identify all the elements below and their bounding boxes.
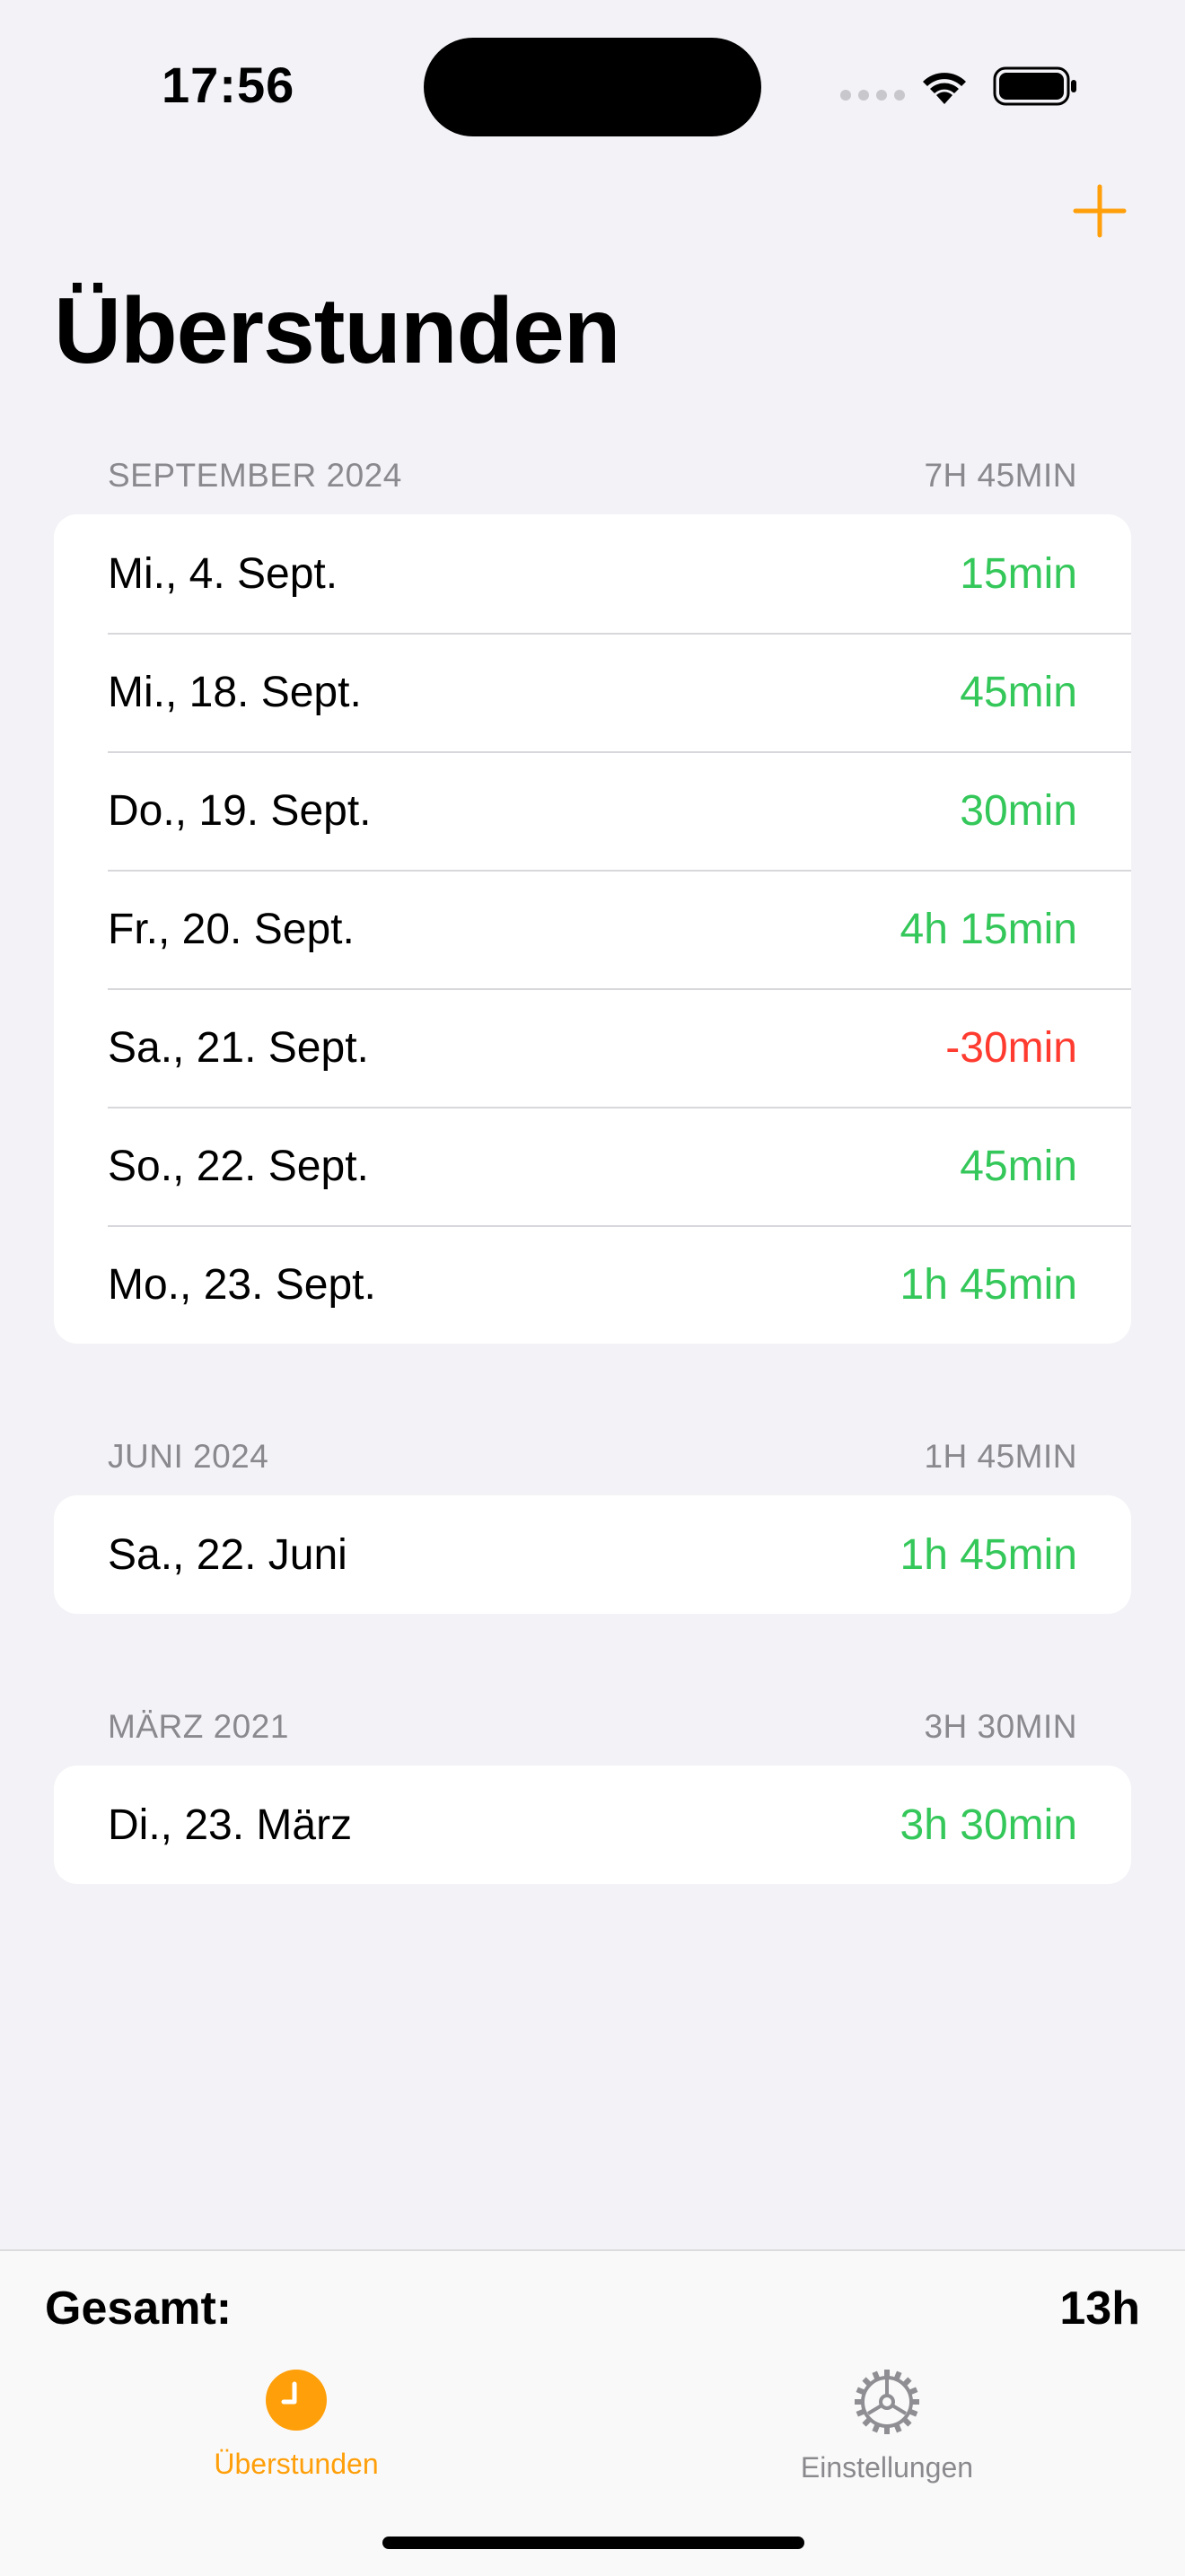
- list-item[interactable]: Do., 19. Sept. 30min: [54, 751, 1131, 870]
- section-total: 7H 45MIN: [924, 457, 1077, 494]
- entry-date: Fr., 20. Sept.: [108, 905, 355, 953]
- entry-date: Di., 23. März: [108, 1801, 353, 1849]
- section-header-september-2024: SEPTEMBER 2024 7H 45MIN: [108, 453, 1077, 498]
- entry-value: -30min: [945, 1023, 1077, 1072]
- total-value: 13h: [1059, 2282, 1140, 2335]
- entry-value: 45min: [960, 1142, 1077, 1190]
- list-item[interactable]: So., 22. Sept. 45min: [54, 1107, 1131, 1225]
- entry-value: 3h 30min: [900, 1801, 1077, 1849]
- clock-icon: [266, 2370, 327, 2431]
- entry-date: Mi., 18. Sept.: [108, 668, 362, 716]
- section-header-maerz-2021: MÄRZ 2021 3H 30MIN: [108, 1704, 1077, 1749]
- entry-date: So., 22. Sept.: [108, 1142, 369, 1190]
- wifi-icon: [923, 73, 966, 104]
- list-item[interactable]: Fr., 20. Sept. 4h 15min: [54, 870, 1131, 988]
- entry-value: 15min: [960, 549, 1077, 598]
- tab-label: Überstunden: [214, 2448, 379, 2480]
- gear-icon: [855, 2370, 919, 2434]
- entry-value: 30min: [960, 786, 1077, 835]
- total-label: Gesamt:: [45, 2282, 233, 2335]
- section-card-maerz-2021: Di., 23. März 3h 30min: [54, 1766, 1131, 1884]
- list-item[interactable]: Sa., 22. Juni 1h 45min: [54, 1495, 1131, 1614]
- list-item[interactable]: Di., 23. März 3h 30min: [54, 1766, 1131, 1884]
- section-title: SEPTEMBER 2024: [108, 457, 402, 494]
- list-item[interactable]: Mi., 4. Sept. 15min: [54, 514, 1131, 633]
- entry-value: 1h 45min: [900, 1530, 1077, 1579]
- tab-label: Einstellungen: [800, 2451, 974, 2484]
- list-item[interactable]: Mi., 18. Sept. 45min: [54, 633, 1131, 751]
- entry-date: Mi., 4. Sept.: [108, 549, 338, 598]
- status-bar: 17:56: [0, 0, 1185, 171]
- entry-date: Mo., 23. Sept.: [108, 1260, 376, 1309]
- entry-date: Sa., 22. Juni: [108, 1530, 347, 1579]
- entry-date: Sa., 21. Sept.: [108, 1023, 369, 1072]
- page-title: Überstunden: [54, 279, 620, 383]
- entry-value: 45min: [960, 668, 1077, 716]
- cellular-signal-icon: [840, 90, 905, 101]
- section-title: MÄRZ 2021: [108, 1708, 289, 1745]
- section-total: 1H 45MIN: [924, 1438, 1077, 1475]
- status-time: 17:56: [162, 57, 295, 113]
- section-card-juni-2024: Sa., 22. Juni 1h 45min: [54, 1495, 1131, 1614]
- tab-ueberstunden[interactable]: Überstunden: [117, 2368, 476, 2481]
- entry-date: Do., 19. Sept.: [108, 786, 372, 835]
- section-header-juni-2024: JUNI 2024 1H 45MIN: [108, 1434, 1077, 1479]
- list-item[interactable]: Sa., 21. Sept. -30min: [54, 988, 1131, 1107]
- dynamic-island: [424, 38, 761, 136]
- add-button[interactable]: [1068, 180, 1131, 242]
- home-indicator: [382, 2537, 804, 2549]
- section-title: JUNI 2024: [108, 1438, 269, 1475]
- entry-value: 1h 45min: [900, 1260, 1077, 1309]
- entry-value: 4h 15min: [900, 905, 1077, 953]
- list-item[interactable]: Mo., 23. Sept. 1h 45min: [54, 1225, 1131, 1344]
- battery-icon: [993, 66, 1076, 106]
- section-card-september-2024: Mi., 4. Sept. 15min Mi., 18. Sept. 45min…: [54, 514, 1131, 1344]
- section-total: 3H 30MIN: [924, 1708, 1077, 1745]
- bottom-bar: Gesamt: 13h Überstunden Einstellungen: [0, 2249, 1185, 2576]
- tab-einstellungen[interactable]: Einstellungen: [707, 2368, 1066, 2484]
